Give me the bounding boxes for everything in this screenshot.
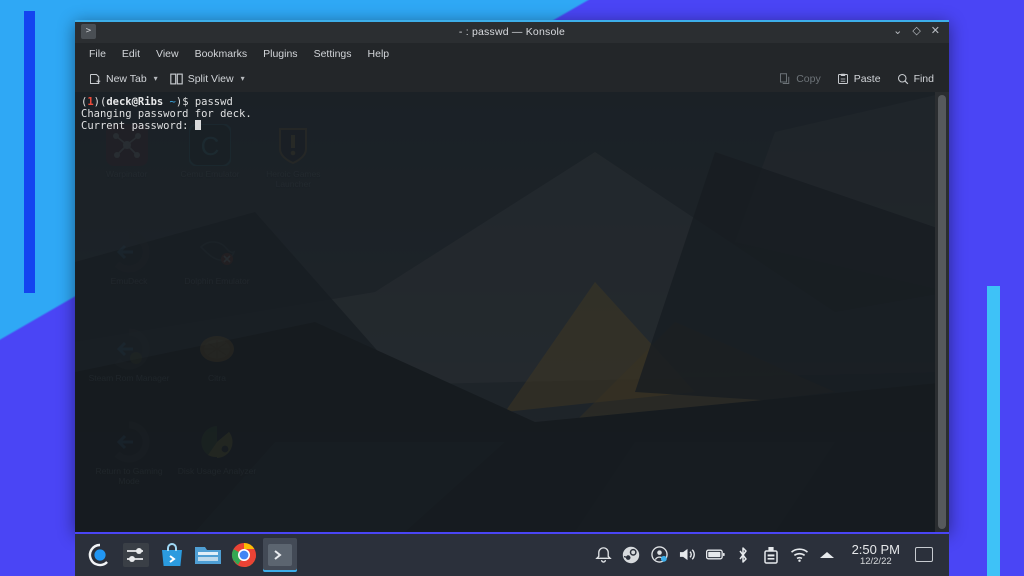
folder-icon bbox=[195, 547, 221, 564]
maximize-button[interactable]: ◇ bbox=[912, 26, 920, 37]
toolbar-right-group: Copy Paste Find bbox=[773, 70, 940, 88]
menu-bookmarks[interactable]: Bookmarks bbox=[187, 45, 256, 63]
discover-store-icon bbox=[162, 543, 182, 566]
close-button[interactable]: ✕ bbox=[931, 26, 940, 37]
user-status-icon[interactable] bbox=[650, 545, 669, 564]
copy-button: Copy bbox=[773, 70, 827, 88]
chevron-down-icon[interactable]: ▾ bbox=[241, 74, 245, 83]
menubar: File Edit View Bookmarks Plugins Setting… bbox=[75, 43, 949, 65]
menu-edit[interactable]: Edit bbox=[114, 45, 148, 63]
terminal-icon bbox=[268, 544, 292, 566]
backdrop-bar-left bbox=[24, 11, 35, 293]
bluetooth-icon[interactable] bbox=[734, 545, 753, 564]
volume-icon[interactable] bbox=[678, 545, 697, 564]
minimize-button[interactable]: ⌄ bbox=[893, 26, 902, 37]
battery-icon[interactable] bbox=[705, 545, 725, 564]
copy-icon bbox=[779, 72, 791, 85]
system-settings-icon bbox=[123, 543, 149, 567]
backdrop-bar-right bbox=[987, 286, 1000, 576]
taskbar-panel: 2:50 PM 12/2/22 bbox=[75, 532, 949, 576]
menu-help[interactable]: Help bbox=[360, 45, 398, 63]
menu-view[interactable]: View bbox=[148, 45, 187, 63]
terminal-viewport[interactable]: Warpinator C Cemu Emulator Heroic Games … bbox=[75, 92, 949, 532]
wifi-icon[interactable] bbox=[790, 545, 809, 564]
steam-icon[interactable] bbox=[622, 545, 641, 564]
menu-settings[interactable]: Settings bbox=[306, 45, 360, 63]
find-label: Find bbox=[913, 72, 934, 85]
system-tray: 2:50 PM 12/2/22 bbox=[594, 543, 949, 567]
show-desktop-button[interactable] bbox=[915, 547, 933, 563]
terminal-line-3: Current password: bbox=[81, 120, 189, 132]
new-tab-icon bbox=[89, 73, 101, 85]
paste-label: Paste bbox=[853, 72, 881, 85]
prompt-user-host: deck@Ribs bbox=[106, 96, 164, 108]
terminal-icon: > bbox=[81, 24, 96, 39]
notifications-icon[interactable] bbox=[594, 545, 613, 564]
new-tab-button[interactable]: New Tab ▾ bbox=[83, 70, 164, 88]
chevron-down-icon[interactable]: ▾ bbox=[154, 74, 158, 83]
taskbar-item-konsole-task[interactable] bbox=[263, 538, 297, 572]
new-tab-label: New Tab bbox=[106, 72, 147, 85]
titlebar[interactable]: > - : passwd — Konsole ⌄ ◇ ✕ bbox=[75, 20, 949, 43]
tray-expand-icon[interactable] bbox=[818, 545, 837, 564]
split-view-label: Split View bbox=[187, 72, 234, 85]
taskbar-launchers bbox=[75, 538, 297, 572]
terminal-output[interactable]: (1)(deck@Ribs ~)$ passwd Changing passwo… bbox=[75, 92, 935, 532]
taskbar-item-discover-store[interactable] bbox=[155, 538, 189, 572]
backdrop: > - : passwd — Konsole ⌄ ◇ ✕ File Edit V… bbox=[0, 0, 1024, 576]
paste-icon bbox=[837, 73, 849, 85]
usb-device-icon[interactable] bbox=[762, 545, 781, 564]
titlebar-accent-line bbox=[75, 20, 949, 22]
find-button[interactable]: Find bbox=[891, 70, 940, 88]
prompt-close: )$ bbox=[175, 96, 195, 108]
toolbar: New Tab ▾ Split View ▾ Copy Paste Find bbox=[75, 65, 949, 92]
menu-plugins[interactable]: Plugins bbox=[255, 45, 305, 63]
taskbar-item-file-manager[interactable] bbox=[191, 538, 225, 572]
taskbar-item-system-settings[interactable] bbox=[119, 538, 153, 572]
menu-file[interactable]: File bbox=[81, 45, 114, 63]
clock[interactable]: 2:50 PM 12/2/22 bbox=[846, 543, 906, 567]
konsole-window: > - : passwd — Konsole ⌄ ◇ ✕ File Edit V… bbox=[75, 20, 949, 532]
paste-button[interactable]: Paste bbox=[831, 70, 887, 88]
taskbar-item-application-launcher[interactable] bbox=[83, 538, 117, 572]
chrome-icon bbox=[232, 543, 256, 568]
copy-label: Copy bbox=[796, 72, 821, 85]
terminal-command: passwd bbox=[194, 96, 233, 108]
prompt-mid: )( bbox=[93, 96, 107, 108]
terminal-scrollbar[interactable] bbox=[935, 92, 949, 532]
taskbar-item-chrome-browser[interactable] bbox=[227, 538, 261, 572]
search-icon bbox=[897, 73, 909, 85]
clock-time: 2:50 PM bbox=[851, 542, 900, 558]
clock-date: 12/2/22 bbox=[859, 555, 892, 567]
terminal-line-2: Changing password for deck. bbox=[81, 108, 252, 120]
terminal-cursor bbox=[194, 120, 201, 130]
scrollbar-thumb[interactable] bbox=[938, 95, 946, 529]
split-view-button[interactable]: Split View ▾ bbox=[164, 70, 251, 88]
window-title: - : passwd — Konsole bbox=[458, 25, 566, 38]
application-launcher-icon bbox=[88, 543, 108, 567]
split-view-icon bbox=[169, 73, 183, 85]
window-controls: ⌄ ◇ ✕ bbox=[893, 26, 949, 37]
